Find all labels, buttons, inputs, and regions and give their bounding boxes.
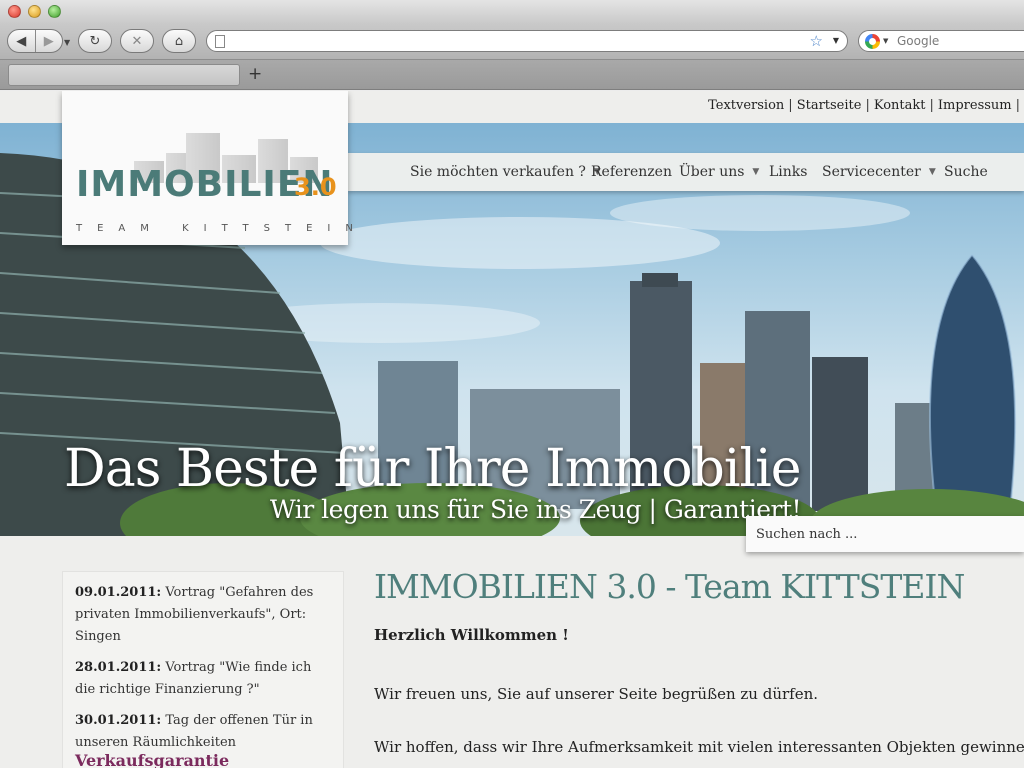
news-item: 30.01.2011: Tag der offenen Tür in unser… [75, 710, 331, 754]
main-navigation: Sie möchten verkaufen ? ▼ Referenzen Über… [348, 153, 1024, 191]
divider: | [1015, 98, 1020, 113]
nav-item-label: Links [769, 164, 808, 180]
nav-item-ueber-uns[interactable]: Über uns ▼ [679, 164, 759, 180]
minimize-window-button[interactable] [28, 5, 41, 18]
window-titlebar [0, 0, 1024, 24]
close-window-button[interactable] [8, 5, 21, 18]
nav-item-suche[interactable]: Suche [944, 164, 988, 180]
news-sidebar: 09.01.2011: Vortrag "Gefahren des privat… [62, 571, 344, 768]
tab-bar: + [0, 60, 1024, 90]
hero-title: Das Beste für Ihre Immobilie [64, 439, 802, 499]
url-dropdown-icon[interactable]: ▼ [833, 36, 839, 45]
nav-item-label: Servicecenter [822, 164, 921, 180]
welcome-heading: Herzlich Willkommen ! [374, 626, 569, 644]
news-date: 30.01.2011: [75, 713, 162, 728]
stop-icon: ✕ [131, 33, 143, 49]
nav-item-servicecenter[interactable]: Servicecenter ▼ [822, 164, 936, 180]
web-page: Textversion | Startseite | Kontakt | Impressum… [0, 91, 1024, 768]
new-tab-button[interactable]: + [248, 64, 262, 84]
nav-item-referenzen[interactable]: Referenzen [591, 164, 672, 180]
top-links: Textversion | Startseite | Kontakt | Impressum… [708, 98, 1024, 113]
site-search-input[interactable] [756, 524, 1016, 544]
divider: | [865, 98, 870, 113]
sidebar-heading-verkaufsgarantie[interactable]: Verkaufsgarantie [75, 751, 229, 768]
news-item: 28.01.2011: Vortrag "Wie finde ich die r… [75, 657, 331, 701]
history-dropdown-icon[interactable]: ▼ [64, 38, 70, 47]
address-bar[interactable]: ☆ ▼ [206, 30, 848, 52]
intro-paragraph-2: Wir hoffen, dass wir Ihre Aufmerksamkeit… [374, 738, 1024, 756]
news-date: 09.01.2011: [75, 585, 162, 600]
nav-item-label: Referenzen [591, 164, 672, 180]
reload-button[interactable]: ↻ [78, 29, 112, 53]
browser-search-input[interactable] [897, 32, 1024, 50]
link-startseite[interactable]: Startseite [797, 98, 862, 113]
google-icon[interactable] [865, 34, 880, 49]
bookmark-star-icon[interactable]: ☆ [810, 32, 823, 50]
back-arrow-icon[interactable]: ◀ [8, 34, 35, 49]
link-impressum[interactable]: Impressum [938, 98, 1012, 113]
forward-arrow-icon[interactable]: ▶ [36, 34, 63, 49]
nav-item-links[interactable]: Links [769, 164, 807, 180]
home-icon: ⌂ [174, 33, 184, 49]
nav-item-label: Sie möchten verkaufen ? [410, 164, 586, 180]
divider: | [788, 98, 793, 113]
link-kontakt[interactable]: Kontakt [874, 98, 926, 113]
home-button[interactable]: ⌂ [162, 29, 196, 53]
zoom-window-button[interactable] [48, 5, 61, 18]
browser-tab[interactable] [8, 64, 240, 86]
site-logo[interactable]: IMMOBILIEN 3.0 TEAM KITTSTEIN [62, 91, 368, 245]
intro-paragraph: Wir freuen uns, Sie auf unserer Seite be… [374, 685, 819, 703]
logo-tagline: TEAM KITTSTEIN [76, 223, 368, 234]
nav-item-verkaufen[interactable]: Sie möchten verkaufen ? ▼ [410, 164, 601, 180]
site-search-box [746, 516, 1024, 552]
chevron-down-icon: ▼ [928, 167, 936, 177]
page-icon [215, 35, 225, 48]
link-textversion[interactable]: Textversion [708, 98, 784, 113]
news-item: 09.01.2011: Vortrag "Gefahren des privat… [75, 582, 331, 648]
divider: | [929, 98, 934, 113]
reload-icon: ↻ [89, 33, 101, 49]
browser-search-field[interactable]: ▼ [858, 30, 1024, 52]
back-forward-control: ◀ ▶ [7, 29, 63, 53]
logo-version: 3.0 [294, 173, 337, 201]
nav-item-label: Über uns [679, 164, 745, 180]
hero-subtitle: Wir legen uns für Sie ins Zeug | Garanti… [270, 495, 802, 524]
url-input[interactable] [235, 32, 795, 50]
stop-button[interactable]: ✕ [120, 29, 154, 53]
page-title: IMMOBILIEN 3.0 - Team KITTSTEIN [374, 567, 965, 606]
news-date: 28.01.2011: [75, 660, 162, 675]
chevron-down-icon: ▼ [752, 167, 760, 177]
nav-item-label: Suche [944, 164, 988, 180]
search-engine-dropdown-icon[interactable]: ▼ [883, 37, 888, 45]
browser-toolbar: ◀ ▶ ▼ ↻ ✕ ⌂ ☆ ▼ ▼ [0, 24, 1024, 60]
